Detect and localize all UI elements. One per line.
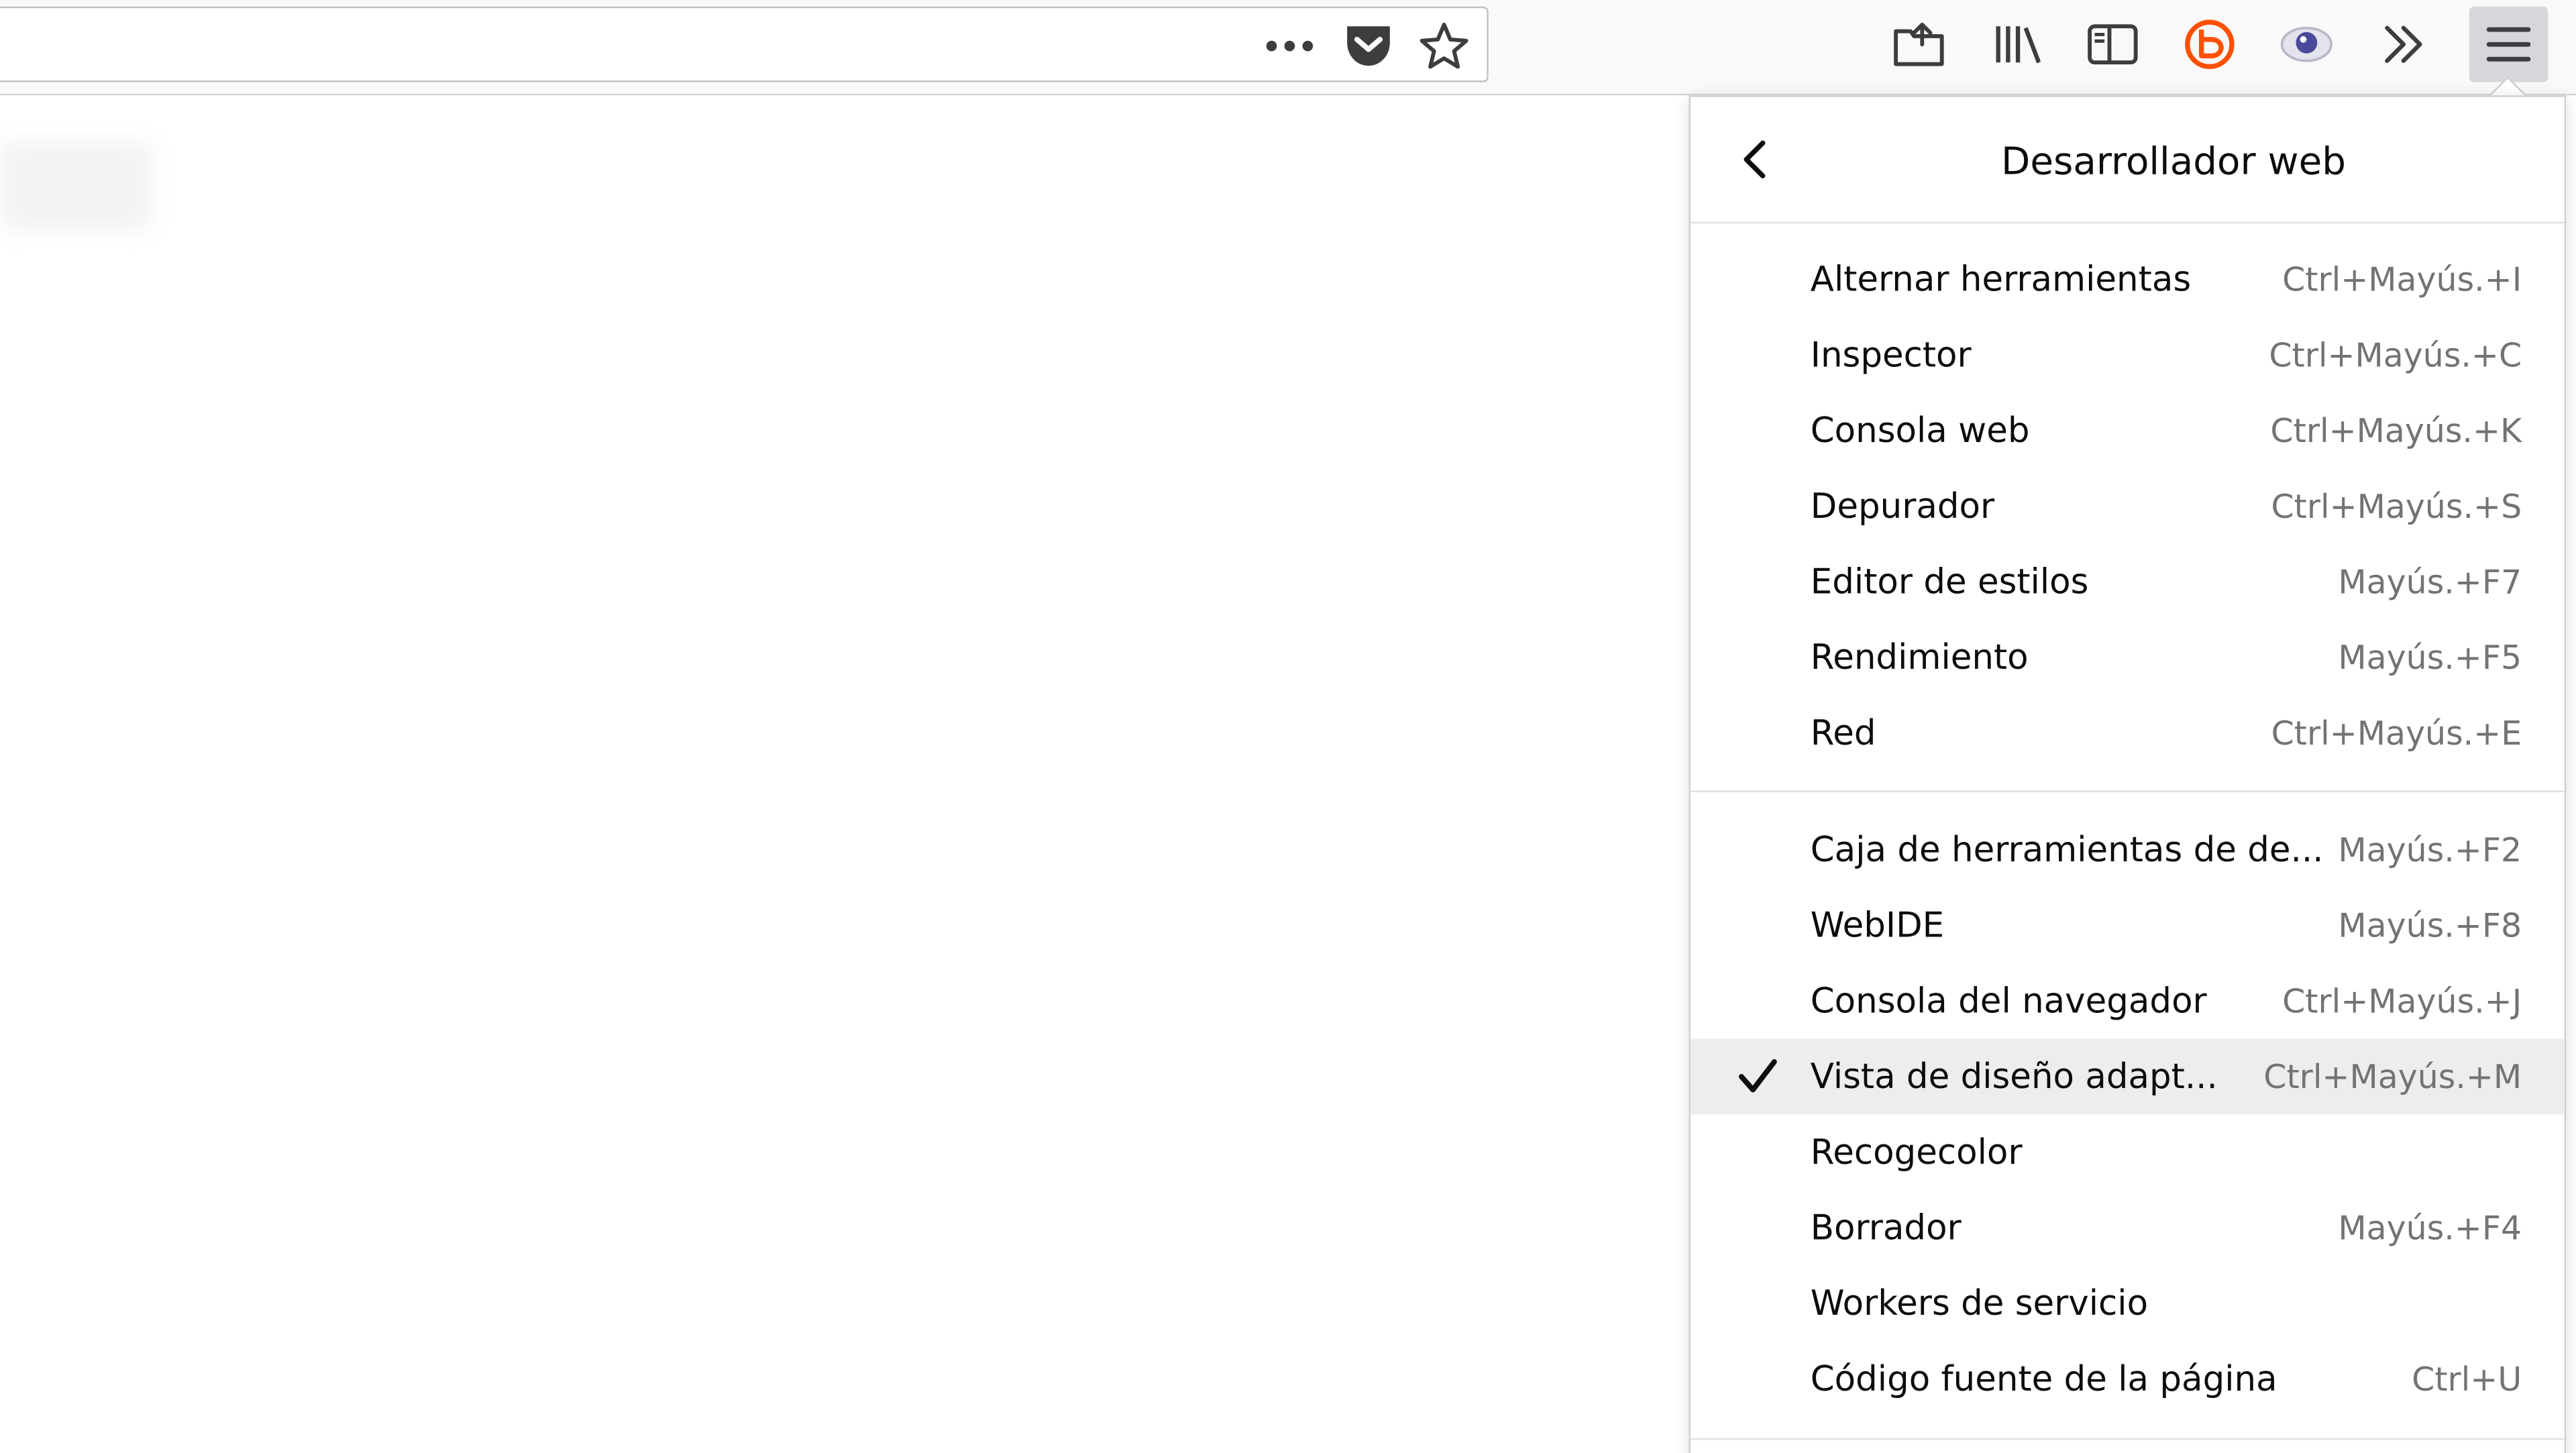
menu-item-shortcut: Ctrl+Mayús.+E (2271, 713, 2522, 753)
menu-item-shortcut: Mayús.+F5 (2338, 637, 2522, 678)
menu-item-label: Depurador (1810, 486, 1995, 527)
panel-header: Desarrollador web (1690, 97, 2565, 224)
menu-item-shortcut: Ctrl+Mayús.+C (2269, 335, 2522, 375)
menu-item-label: Borrador (1810, 1207, 1962, 1248)
menu-item-shortcut: Ctrl+Mayús.+J (2282, 981, 2522, 1021)
menu-item-shortcut: Ctrl+Mayús.+K (2270, 411, 2522, 451)
menu-item-depurador[interactable]: Depurador Ctrl+Mayús.+S (1690, 468, 2565, 544)
share-screenshot-icon[interactable] (1880, 7, 1959, 83)
page-content-blur (0, 141, 152, 231)
navigation-toolbar (0, 0, 2576, 96)
menu-item-label: Recogecolor (1810, 1132, 2023, 1173)
menu-item-alternar-herramientas[interactable]: Alternar herramientas Ctrl+Mayús.+I (1690, 241, 2565, 317)
menu-item-label: Inspector (1810, 335, 1972, 375)
menu-item-consola-del-navegador[interactable]: Consola del navegador Ctrl+Mayús.+J (1690, 963, 2565, 1039)
menu-item-label: Red (1810, 713, 1876, 753)
menu-item-shortcut: Ctrl+Mayús.+M (2263, 1057, 2522, 1097)
menu-item-consola-web[interactable]: Consola web Ctrl+Mayús.+K (1690, 393, 2565, 469)
menu-item-recogecolor[interactable]: Recogecolor (1690, 1114, 2565, 1190)
menu-item-shortcut: Ctrl+U (2412, 1359, 2522, 1399)
menu-item-label: Caja de herramientas de de... (1810, 830, 2324, 870)
privacy-eye-icon[interactable] (2267, 7, 2347, 83)
menu-separator (1690, 790, 2565, 793)
pocket-icon[interactable] (1336, 18, 1401, 74)
menu-item-label: Consola del navegador (1810, 981, 2207, 1021)
menu-item-red[interactable]: Red Ctrl+Mayús.+E (1690, 695, 2565, 771)
menu-item-label: Editor de estilos (1810, 561, 2089, 602)
library-icon[interactable] (1978, 7, 2057, 83)
menu-item-shortcut: Mayús.+F4 (2338, 1207, 2522, 1248)
sidebar-icon[interactable] (2074, 7, 2153, 83)
menu-item-webide[interactable]: WebIDE Mayús.+F8 (1690, 887, 2565, 963)
browser-window: Desarrollador web Alternar herramientas … (0, 0, 2576, 1453)
menu-item-label: Vista de diseño adapt... (1810, 1057, 2218, 1097)
checkmark-icon (1739, 1059, 1777, 1093)
web-developer-panel: Desarrollador web Alternar herramientas … (1688, 95, 2567, 1453)
menu-item-label: Código fuente de la página (1810, 1359, 2277, 1399)
page-actions-icon[interactable] (1256, 18, 1322, 74)
menu-item-caja-de-herramientas[interactable]: Caja de herramientas de de... Mayús.+F2 (1690, 812, 2565, 887)
menu-item-shortcut: Mayús.+F8 (2338, 906, 2522, 945)
menu-item-editor-de-estilos[interactable]: Editor de estilos Mayús.+F7 (1690, 544, 2565, 620)
menu-item-codigo-fuente[interactable]: Código fuente de la página Ctrl+U (1690, 1341, 2565, 1417)
menu-item-borrador[interactable]: Borrador Mayús.+F4 (1690, 1190, 2565, 1266)
chevron-left-icon[interactable] (1727, 130, 1786, 189)
menu-item-shortcut: Ctrl+Mayús.+I (2282, 260, 2522, 299)
menu-item-rendimiento[interactable]: Rendimiento Mayús.+F5 (1690, 620, 2565, 696)
menu-item-shortcut: Mayús.+F7 (2338, 561, 2522, 602)
menu-item-inspector[interactable]: Inspector Ctrl+Mayús.+C (1690, 317, 2565, 393)
menu-item-shortcut: Mayús.+F2 (2338, 830, 2522, 870)
panel-title: Desarrollador web (2000, 141, 2346, 184)
menu-item-label: Workers de servicio (1810, 1283, 2149, 1324)
menu-separator (1690, 1438, 2565, 1440)
menu-item-workers-de-servicio[interactable]: Workers de servicio (1690, 1266, 2565, 1342)
menu-item-label: Consola web (1810, 411, 2030, 451)
addon-orange-icon[interactable] (2170, 7, 2249, 83)
url-bar[interactable] (0, 6, 1489, 83)
menu-item-label: Alternar herramientas (1810, 260, 2192, 299)
bookmark-star-icon[interactable] (1411, 18, 1477, 74)
menu-item-vista-de-diseno-adaptable[interactable]: Vista de diseño adapt... Ctrl+Mayús.+M (1690, 1038, 2565, 1115)
menu-item-label: WebIDE (1810, 906, 1945, 945)
overflow-chevrons-icon[interactable] (2366, 7, 2445, 83)
hamburger-menu-icon[interactable] (2469, 6, 2548, 83)
menu-item-label: Rendimiento (1810, 637, 2029, 678)
menu-item-shortcut: Ctrl+Mayús.+S (2271, 486, 2522, 527)
